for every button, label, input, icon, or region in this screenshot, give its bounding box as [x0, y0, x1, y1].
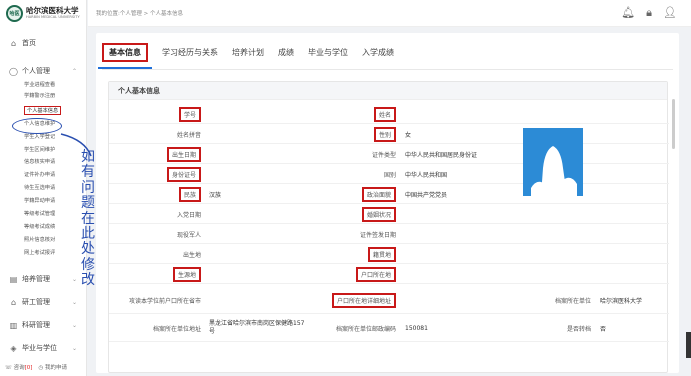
panel-title: 个人基本信息	[109, 82, 667, 100]
value-archive-unit: 哈尔滨医科大学	[600, 297, 643, 305]
label-political-status: 政治面貌	[361, 186, 396, 202]
topbar: 我的位置:个人管理 > 个人基本信息 🔔︎ 🔒︎ 👤︎	[88, 0, 691, 27]
label-ethnicity: 民族	[178, 186, 201, 202]
main-card: 基本信息 学习经历与关系 培养计划 成绩 毕业与学位 入学成绩 个人基本信息 学…	[96, 33, 679, 373]
label-hukou-province: 攻读本学位前户口所在省市	[128, 297, 201, 305]
building-icon: ⌂	[10, 297, 17, 307]
label-archive-unit: 档案所在单位	[554, 297, 591, 305]
sidebar-subitem[interactable]: 照片信息核对	[24, 236, 55, 243]
label-active-soldier: 现役军人	[176, 231, 201, 239]
label-hukou: 户口所在地	[355, 266, 396, 282]
label-archive-zip: 档案所在单位邮政编码	[335, 325, 396, 333]
chevron-down-icon: ⌄	[72, 321, 78, 329]
value-transfer-archive: 否	[600, 325, 607, 333]
bell-icon[interactable]: 🔔︎	[621, 6, 635, 20]
user-icon[interactable]: 👤︎	[663, 6, 677, 20]
label-student-id: 学号	[178, 106, 201, 122]
sidebar-item-research-mgmt[interactable]: ⌂ 研工管理 ⌄	[9, 297, 84, 307]
label-birth-date: 出生日期	[166, 146, 201, 162]
tab-graduation[interactable]: 毕业与学位	[308, 43, 348, 62]
sidebar-subitem[interactable]: 网上考试报评	[24, 249, 55, 256]
sidebar-item-degree[interactable]: ◈ 毕业与学位 ⌄	[9, 343, 84, 353]
chevron-down-icon: ⌄	[72, 298, 78, 306]
chevron-down-icon: ⌄	[72, 344, 78, 352]
value-ethnicity: 汉族	[209, 191, 222, 199]
side-widget[interactable]	[686, 332, 691, 358]
label-archive-address: 档案所在单位地址	[152, 325, 201, 333]
label-birthplace: 出生地	[182, 251, 201, 259]
chart-icon: ▥	[9, 320, 18, 330]
label-native-place: 籍贯地	[367, 246, 396, 262]
sidebar-subitem[interactable]: 等级考试管理	[24, 210, 55, 217]
home-icon: ⌂	[10, 38, 17, 48]
label-id-type: 证件类型	[371, 151, 396, 159]
university-logo: 哈医 哈尔滨医科大学 HARBIN MEDICAL UNIVERSITY	[6, 5, 80, 22]
label-transfer-archive: 是否转档	[566, 325, 591, 333]
label-hukou-address: 户口所在地详细地址	[331, 292, 396, 308]
lock-icon[interactable]: 🔒︎	[646, 6, 652, 20]
logo-emblem-icon: 哈医	[6, 5, 23, 22]
user-icon: ◯	[9, 66, 18, 76]
sidebar-item-training[interactable]: ▤ 培养管理 ⌄	[9, 274, 84, 284]
logo-name-en: HARBIN MEDICAL UNIVERSITY	[26, 14, 80, 19]
label-origin: 生源地	[172, 266, 201, 282]
sidebar-subitem[interactable]: 信息核实申请	[24, 158, 55, 165]
basic-info-panel: 个人基本信息 学号 姓名 姓名拼音 性别 女 出生日期 证件类型 中华人民共和国…	[108, 81, 669, 373]
tab-admission-scores[interactable]: 入学成绩	[362, 43, 394, 62]
label-id-issue-date: 证件签发日期	[359, 231, 396, 239]
value-nationality: 中华人民共和国	[405, 171, 448, 179]
sidebar-subitem[interactable]: 学籍异动申请	[24, 197, 55, 204]
tab-basic-info[interactable]: 基本信息	[98, 43, 152, 69]
value-gender: 女	[405, 131, 412, 139]
value-archive-zip: 150081	[405, 324, 428, 332]
value-id-type: 中华人民共和国居民身份证	[405, 151, 478, 159]
tab-training-plan[interactable]: 培养计划	[232, 43, 264, 62]
tab-bar: 基本信息 学习经历与关系 培养计划 成绩 毕业与学位 入学成绩	[98, 43, 408, 69]
sidebar-subitem[interactable]: 证件补办申请	[24, 171, 55, 178]
sidebar-subitem[interactable]: 学生区间维护	[24, 146, 55, 153]
student-photo	[523, 128, 583, 196]
label-gender: 性别	[373, 126, 396, 142]
chevron-up-icon: ⌃	[72, 67, 78, 75]
sidebar-footer: ☏ 咨询[0] ◷ 我的申请	[5, 363, 67, 371]
sidebar-item-sci-mgmt[interactable]: ▥ 科研管理 ⌄	[9, 320, 84, 330]
sidebar-subitem[interactable]: 等级考试成绩	[24, 223, 55, 230]
sidebar-item-personal[interactable]: ◯ 个人管理 ⌃	[9, 66, 84, 76]
breadcrumb: 我的位置:个人管理 > 个人基本信息	[96, 11, 183, 17]
label-marital-status: 婚姻状况	[361, 206, 396, 222]
tab-study-experience[interactable]: 学习经历与关系	[162, 43, 218, 62]
consult-link[interactable]: ☏ 咨询[0]	[5, 363, 32, 371]
label-id-number: 身份证号	[166, 166, 201, 182]
graduation-cap-icon: ◈	[10, 343, 17, 353]
sidebar-item-home[interactable]: ⌂ 首页	[9, 38, 36, 48]
tab-underline	[102, 69, 673, 70]
label-party-date: 入党日期	[176, 211, 201, 219]
sidebar-subitem[interactable]: 学生入学登记	[24, 133, 55, 140]
sidebar-subitem-personal-info[interactable]: 个人基本信息	[24, 106, 62, 115]
value-political-status: 中国共产党党员	[405, 191, 448, 199]
sidebar-subitem[interactable]: 待生互选申请	[24, 184, 55, 191]
scrollbar[interactable]	[672, 99, 675, 149]
my-applications-link[interactable]: ◷ 我的申请	[38, 363, 67, 371]
value-archive-address: 黑龙江省哈尔滨市南岗区保健路157号	[209, 319, 305, 335]
sidebar-subitem[interactable]: 学籍警示注册	[24, 92, 55, 99]
sidebar: 哈医 哈尔滨医科大学 HARBIN MEDICAL UNIVERSITY ⌂ 首…	[0, 0, 87, 376]
tab-grades[interactable]: 成绩	[278, 43, 294, 62]
training-icon: ▤	[9, 274, 18, 284]
label-name-pinyin: 姓名拼音	[176, 131, 201, 139]
label-nationality: 国别	[383, 171, 396, 179]
label-name: 姓名	[373, 106, 396, 122]
sidebar-subitem[interactable]: 学业进程查看	[24, 81, 55, 88]
